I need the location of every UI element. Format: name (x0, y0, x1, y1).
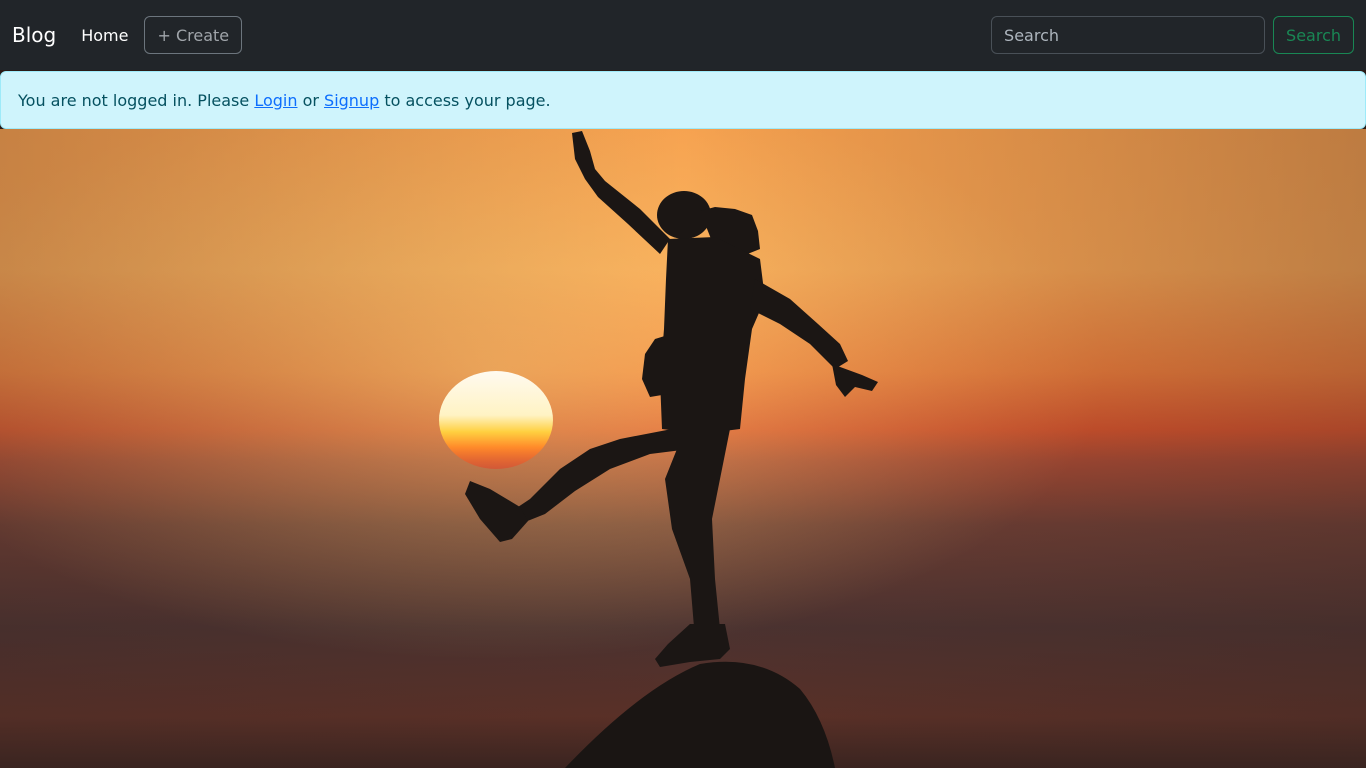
alert-text-suffix: to access your page. (379, 90, 551, 110)
create-button[interactable]: + Create (144, 16, 243, 54)
hero-image (0, 129, 1366, 768)
login-link[interactable]: Login (254, 91, 297, 110)
not-logged-in-alert: You are not logged in. Please Login or S… (0, 71, 1366, 129)
alert-text-prefix: You are not logged in. Please (18, 90, 255, 110)
nav-home-link[interactable]: Home (81, 26, 128, 45)
search-button[interactable]: Search (1273, 16, 1354, 54)
alert-text-middle: or (297, 90, 325, 110)
top-navbar: Blog Home + Create Search (0, 0, 1366, 70)
sunset-silhouette-image (0, 129, 1366, 768)
brand-logo-link[interactable]: Blog (12, 23, 56, 47)
signup-link[interactable]: Signup (324, 91, 379, 110)
search-input[interactable] (991, 16, 1266, 54)
